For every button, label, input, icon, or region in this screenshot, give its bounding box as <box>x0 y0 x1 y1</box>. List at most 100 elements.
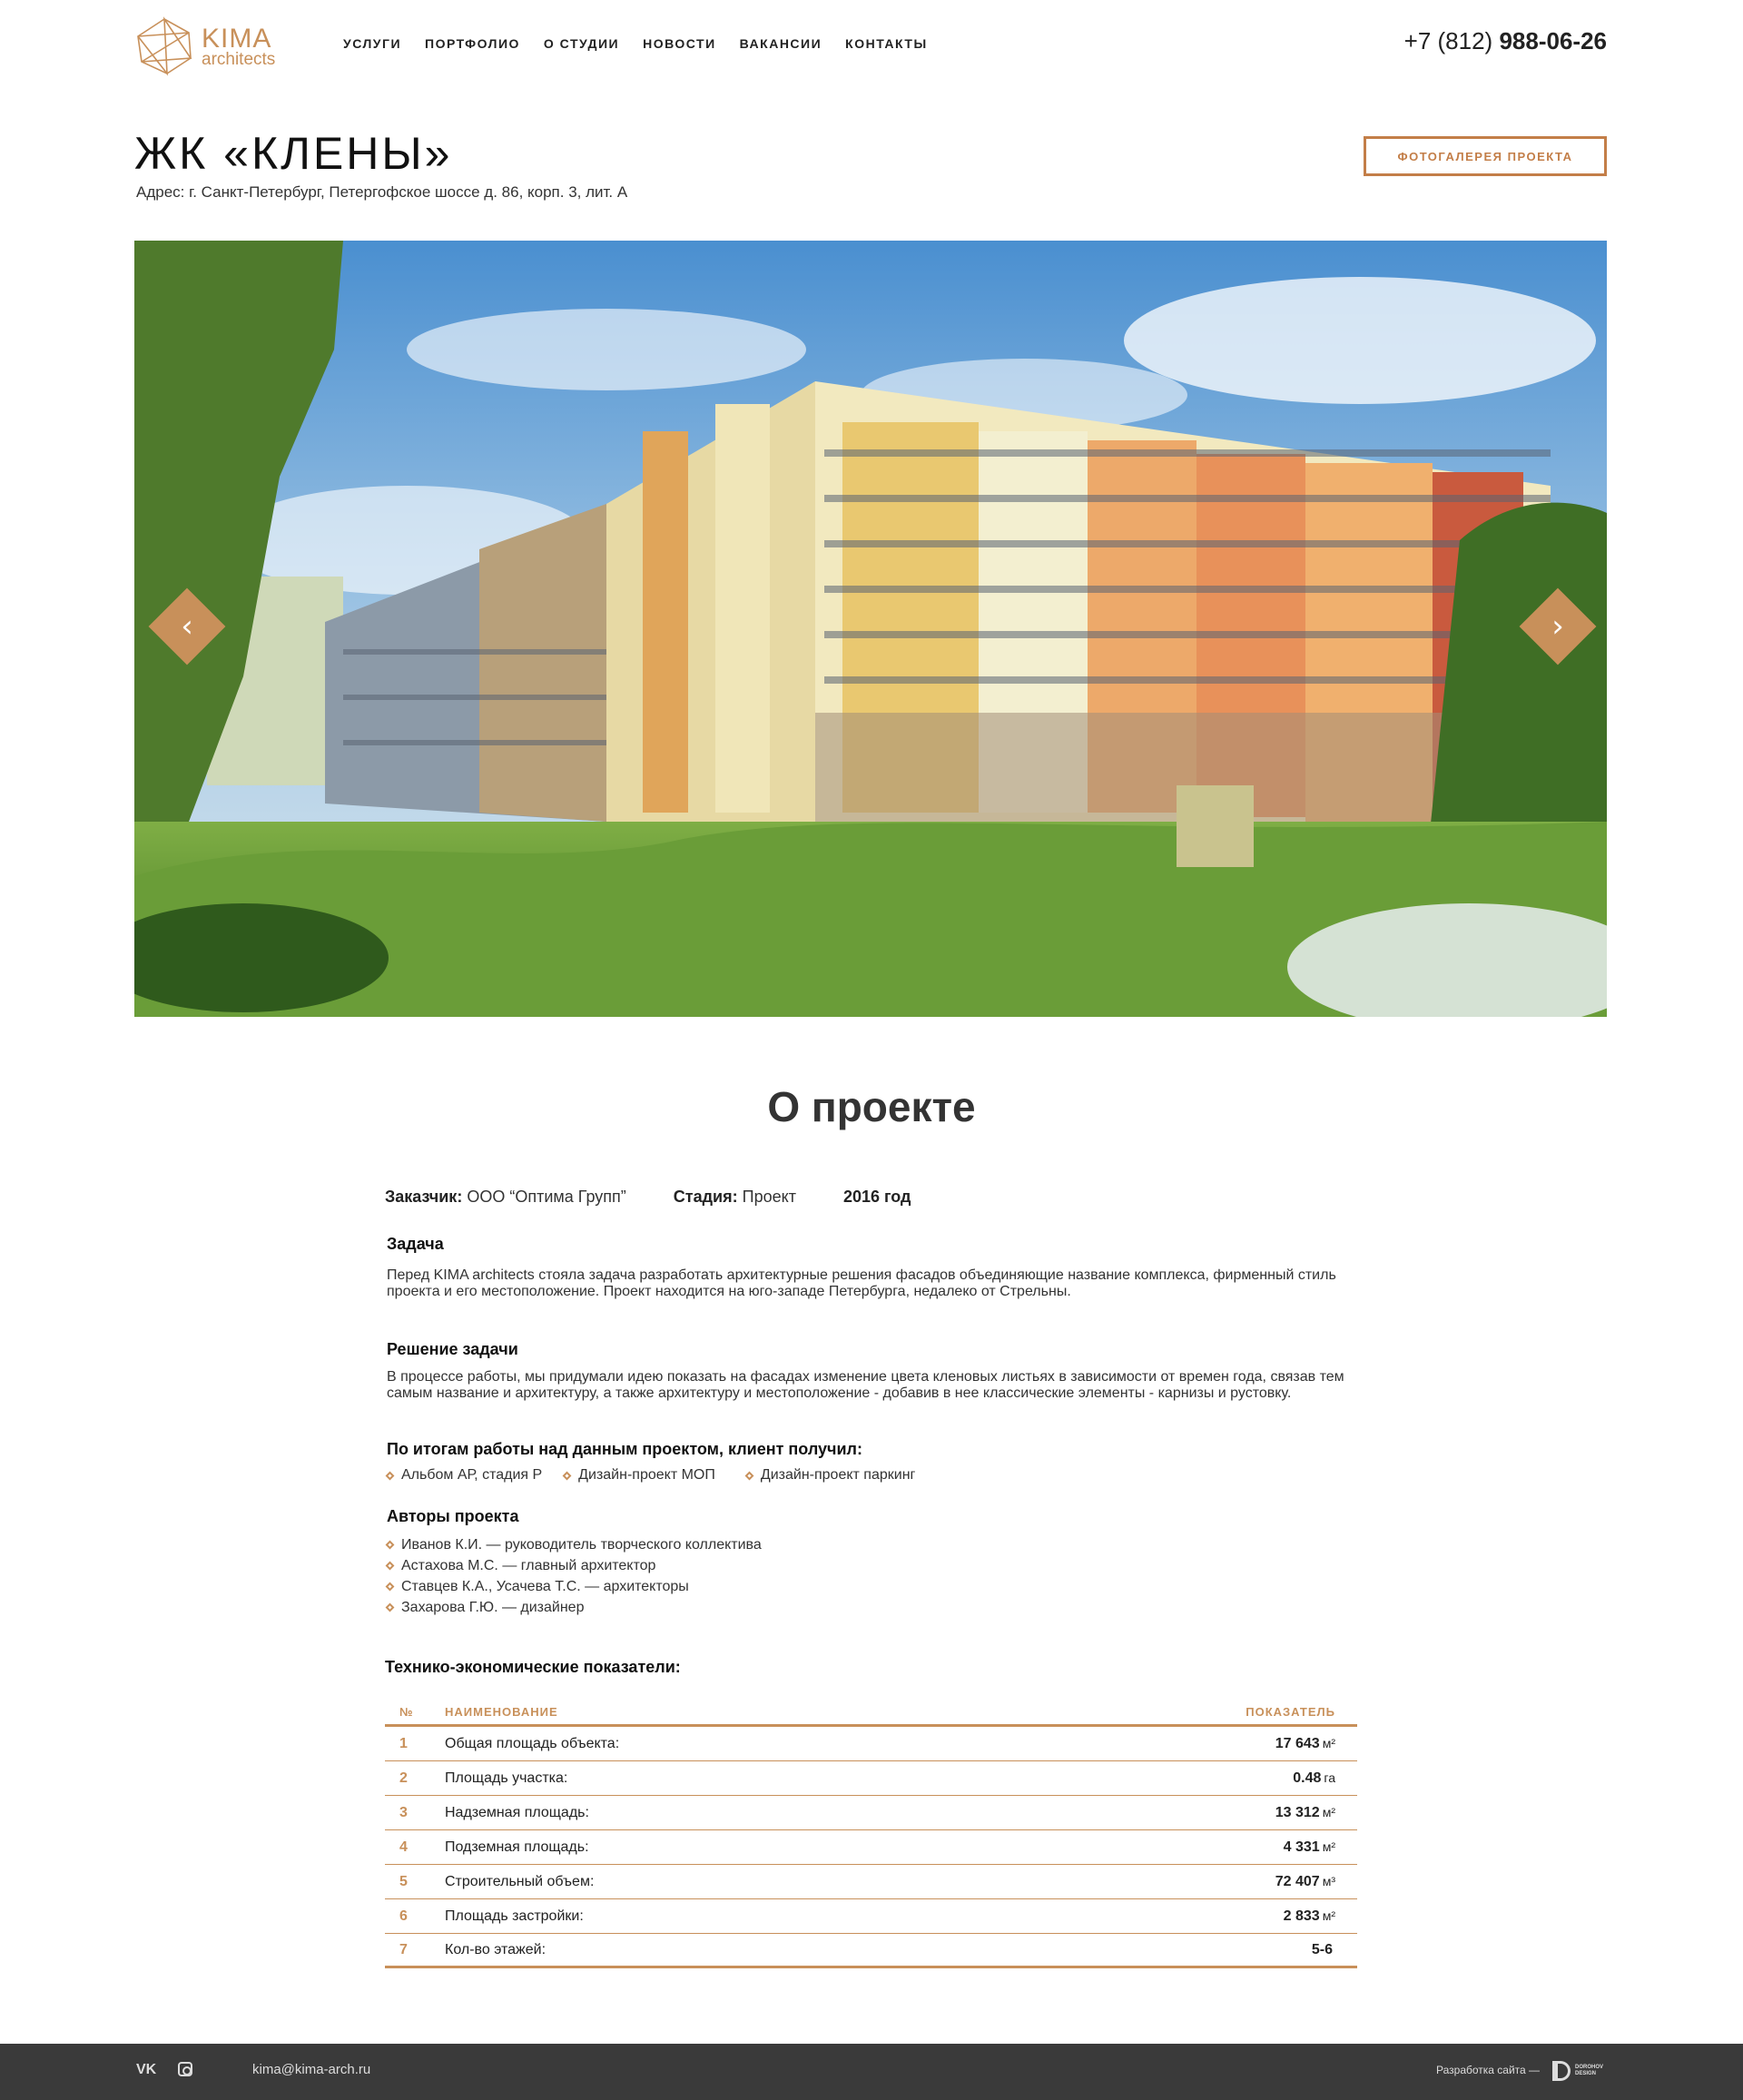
site-header: KIMA architects услуги портфолио о студи… <box>0 0 1743 100</box>
list-item: Захарова Г.Ю. — дизайнер <box>385 1597 762 1618</box>
col-value-header: ПОКАЗАТЕЛЬ <box>1246 1705 1335 1719</box>
row-value: 0.48 га <box>1176 1770 1357 1787</box>
row-num: 3 <box>399 1804 408 1820</box>
nav-item-services[interactable]: услуги <box>343 36 401 51</box>
phone-code: +7 (812) <box>1403 27 1493 54</box>
row-name: Подземная площадь: <box>445 1839 589 1855</box>
slider-prev-button[interactable]: ‹ <box>148 587 226 665</box>
client-info: Заказчик: ООО “Оптима Групп” <box>385 1188 626 1207</box>
row-name: Кол-во этажей: <box>445 1941 547 1957</box>
table-row: 6 Площадь застройки: 2 833 м² <box>385 1899 1357 1934</box>
row-name: Строительный объем: <box>445 1873 595 1889</box>
bullet-diamond-icon <box>385 1582 395 1592</box>
phone-number[interactable]: +7 (812) 988-06-26 <box>1404 27 1607 55</box>
row-value: 5-6 <box>1176 1942 1357 1958</box>
value-number: 72 407 <box>1275 1873 1320 1889</box>
year-info: 2016 год <box>843 1188 911 1207</box>
footer-email[interactable]: kima@kima-arch.ru <box>252 2062 370 2077</box>
bullet-diamond-icon <box>562 1471 572 1480</box>
list-item: Астахова М.С. — главный архитектор <box>385 1555 762 1576</box>
row-value: 13 312 м² <box>1176 1805 1357 1821</box>
value-unit: м² <box>1322 1735 1335 1750</box>
value-number: 0.48 <box>1293 1770 1322 1786</box>
nav-item-portfolio[interactable]: портфолио <box>425 36 520 51</box>
logo[interactable]: KIMA architects <box>134 16 298 76</box>
table-row: 1 Общая площадь объекта: 17 643 м² <box>385 1727 1357 1761</box>
list-item: Ставцев К.А., Усачева Т.С. — архитекторы <box>385 1576 762 1597</box>
logo-title: KIMA <box>202 23 272 54</box>
list-item: Дизайн-проект МОП <box>562 1467 715 1484</box>
about-title: О проекте <box>767 1083 976 1130</box>
value-unit: га <box>1324 1770 1335 1785</box>
row-value: 72 407 м³ <box>1176 1874 1357 1890</box>
project-slider <box>134 241 1607 1017</box>
instagram-icon[interactable] <box>178 2062 192 2076</box>
nav-item-about-studio[interactable]: о студии <box>544 36 619 51</box>
phone-digits: 988-06-26 <box>1499 27 1607 54</box>
site-footer: VK kima@kima-arch.ru Разработка сайта — … <box>0 2044 1743 2100</box>
table-row: 5 Строительный объем: 72 407 м³ <box>385 1865 1357 1899</box>
value-unit: м² <box>1322 1804 1335 1819</box>
developer-logo-icon <box>1552 2061 1571 2081</box>
value-unit: м² <box>1322 1908 1335 1923</box>
value-number: 4 331 <box>1283 1839 1320 1855</box>
col-num-header: № <box>399 1705 414 1719</box>
row-num: 7 <box>399 1941 408 1957</box>
row-num: 2 <box>399 1770 408 1786</box>
row-name: Площадь застройки: <box>445 1908 584 1924</box>
value-number: 13 312 <box>1275 1804 1320 1820</box>
developer-name-line1: DOROHOV <box>1575 2065 1604 2070</box>
value-number: 5-6 <box>1311 1941 1333 1957</box>
logo-subtitle: architects <box>202 49 276 69</box>
authors-heading: Авторы проекта <box>387 1507 519 1525</box>
author-item: Захарова Г.Ю. — дизайнер <box>401 1599 585 1615</box>
result-item: Дизайн-проект паркинг <box>760 1467 916 1483</box>
slider-next-button[interactable]: › <box>1519 587 1597 665</box>
result-item: Дизайн-проект МОП <box>578 1467 715 1483</box>
nav-item-news[interactable]: новости <box>643 36 716 51</box>
table-row: 3 Надземная площадь: 13 312 м² <box>385 1796 1357 1830</box>
project-gallery-button[interactable]: ФОТОГАЛЕРЕЯ ПРОЕКТА <box>1364 136 1607 176</box>
value-number: 17 643 <box>1275 1735 1320 1751</box>
row-num: 4 <box>399 1839 408 1855</box>
table-row: 2 Площадь участка: 0.48 га <box>385 1761 1357 1796</box>
bullet-diamond-icon <box>385 1540 395 1550</box>
results-list: Альбом АР, стадия Р Дизайн-проект МОП Ди… <box>385 1467 937 1484</box>
table-header: № НАИМЕНОВАНИЕ ПОКАЗАТЕЛЬ <box>385 1700 1357 1727</box>
nav-item-vacancies[interactable]: вакансии <box>740 36 822 51</box>
developer-label: Разработка сайта — <box>1436 2064 1541 2076</box>
client-label: Заказчик: <box>385 1188 463 1206</box>
row-num: 5 <box>399 1873 408 1889</box>
solution-heading: Решение задачи <box>387 1340 518 1358</box>
row-num: 1 <box>399 1735 408 1751</box>
row-num: 6 <box>399 1908 408 1924</box>
row-value: 2 833 м² <box>1176 1908 1357 1925</box>
stage-value: Проект <box>742 1188 796 1206</box>
row-name: Площадь участка: <box>445 1770 568 1786</box>
vk-icon[interactable]: VK <box>136 2062 156 2078</box>
stage-info: Стадия: Проект <box>674 1188 796 1207</box>
authors-list: Иванов К.И. — руководитель творческого к… <box>385 1534 762 1618</box>
bullet-diamond-icon <box>385 1602 395 1612</box>
bullet-diamond-icon <box>385 1471 395 1480</box>
page-title: ЖК «КЛЕНЫ» <box>134 128 453 179</box>
table-row: 7 Кол-во этажей: 5-6 <box>385 1934 1357 1968</box>
bullet-diamond-icon <box>385 1561 395 1571</box>
author-item: Ставцев К.А., Усачева Т.С. — архитекторы <box>401 1578 689 1594</box>
row-name: Общая площадь объекта: <box>445 1735 620 1751</box>
stage-label: Стадия: <box>673 1188 738 1206</box>
developer-logo[interactable]: DOROHOV DESIGN <box>1552 2060 1609 2082</box>
developer-name-line2: DESIGN <box>1575 2071 1597 2076</box>
task-text: Перед KIMA architects стояла задача разр… <box>387 1267 1336 1299</box>
bullet-diamond-icon <box>744 1471 754 1480</box>
result-item: Альбом АР, стадия Р <box>401 1467 543 1483</box>
list-item: Иванов К.И. — руководитель творческого к… <box>385 1534 762 1555</box>
developer-name: DOROHOV DESIGN <box>1575 2065 1603 2077</box>
chevron-right-icon: › <box>1551 608 1564 645</box>
row-value: 4 331 м² <box>1176 1839 1357 1856</box>
nav-item-contacts[interactable]: контакты <box>845 36 927 51</box>
author-item: Иванов К.И. — руководитель творческого к… <box>401 1536 762 1553</box>
table-row: 4 Подземная площадь: 4 331 м² <box>385 1830 1357 1865</box>
solution-text: В процессе работы, мы придумали идею пок… <box>387 1369 1344 1401</box>
list-item: Дизайн-проект паркинг <box>744 1467 916 1484</box>
